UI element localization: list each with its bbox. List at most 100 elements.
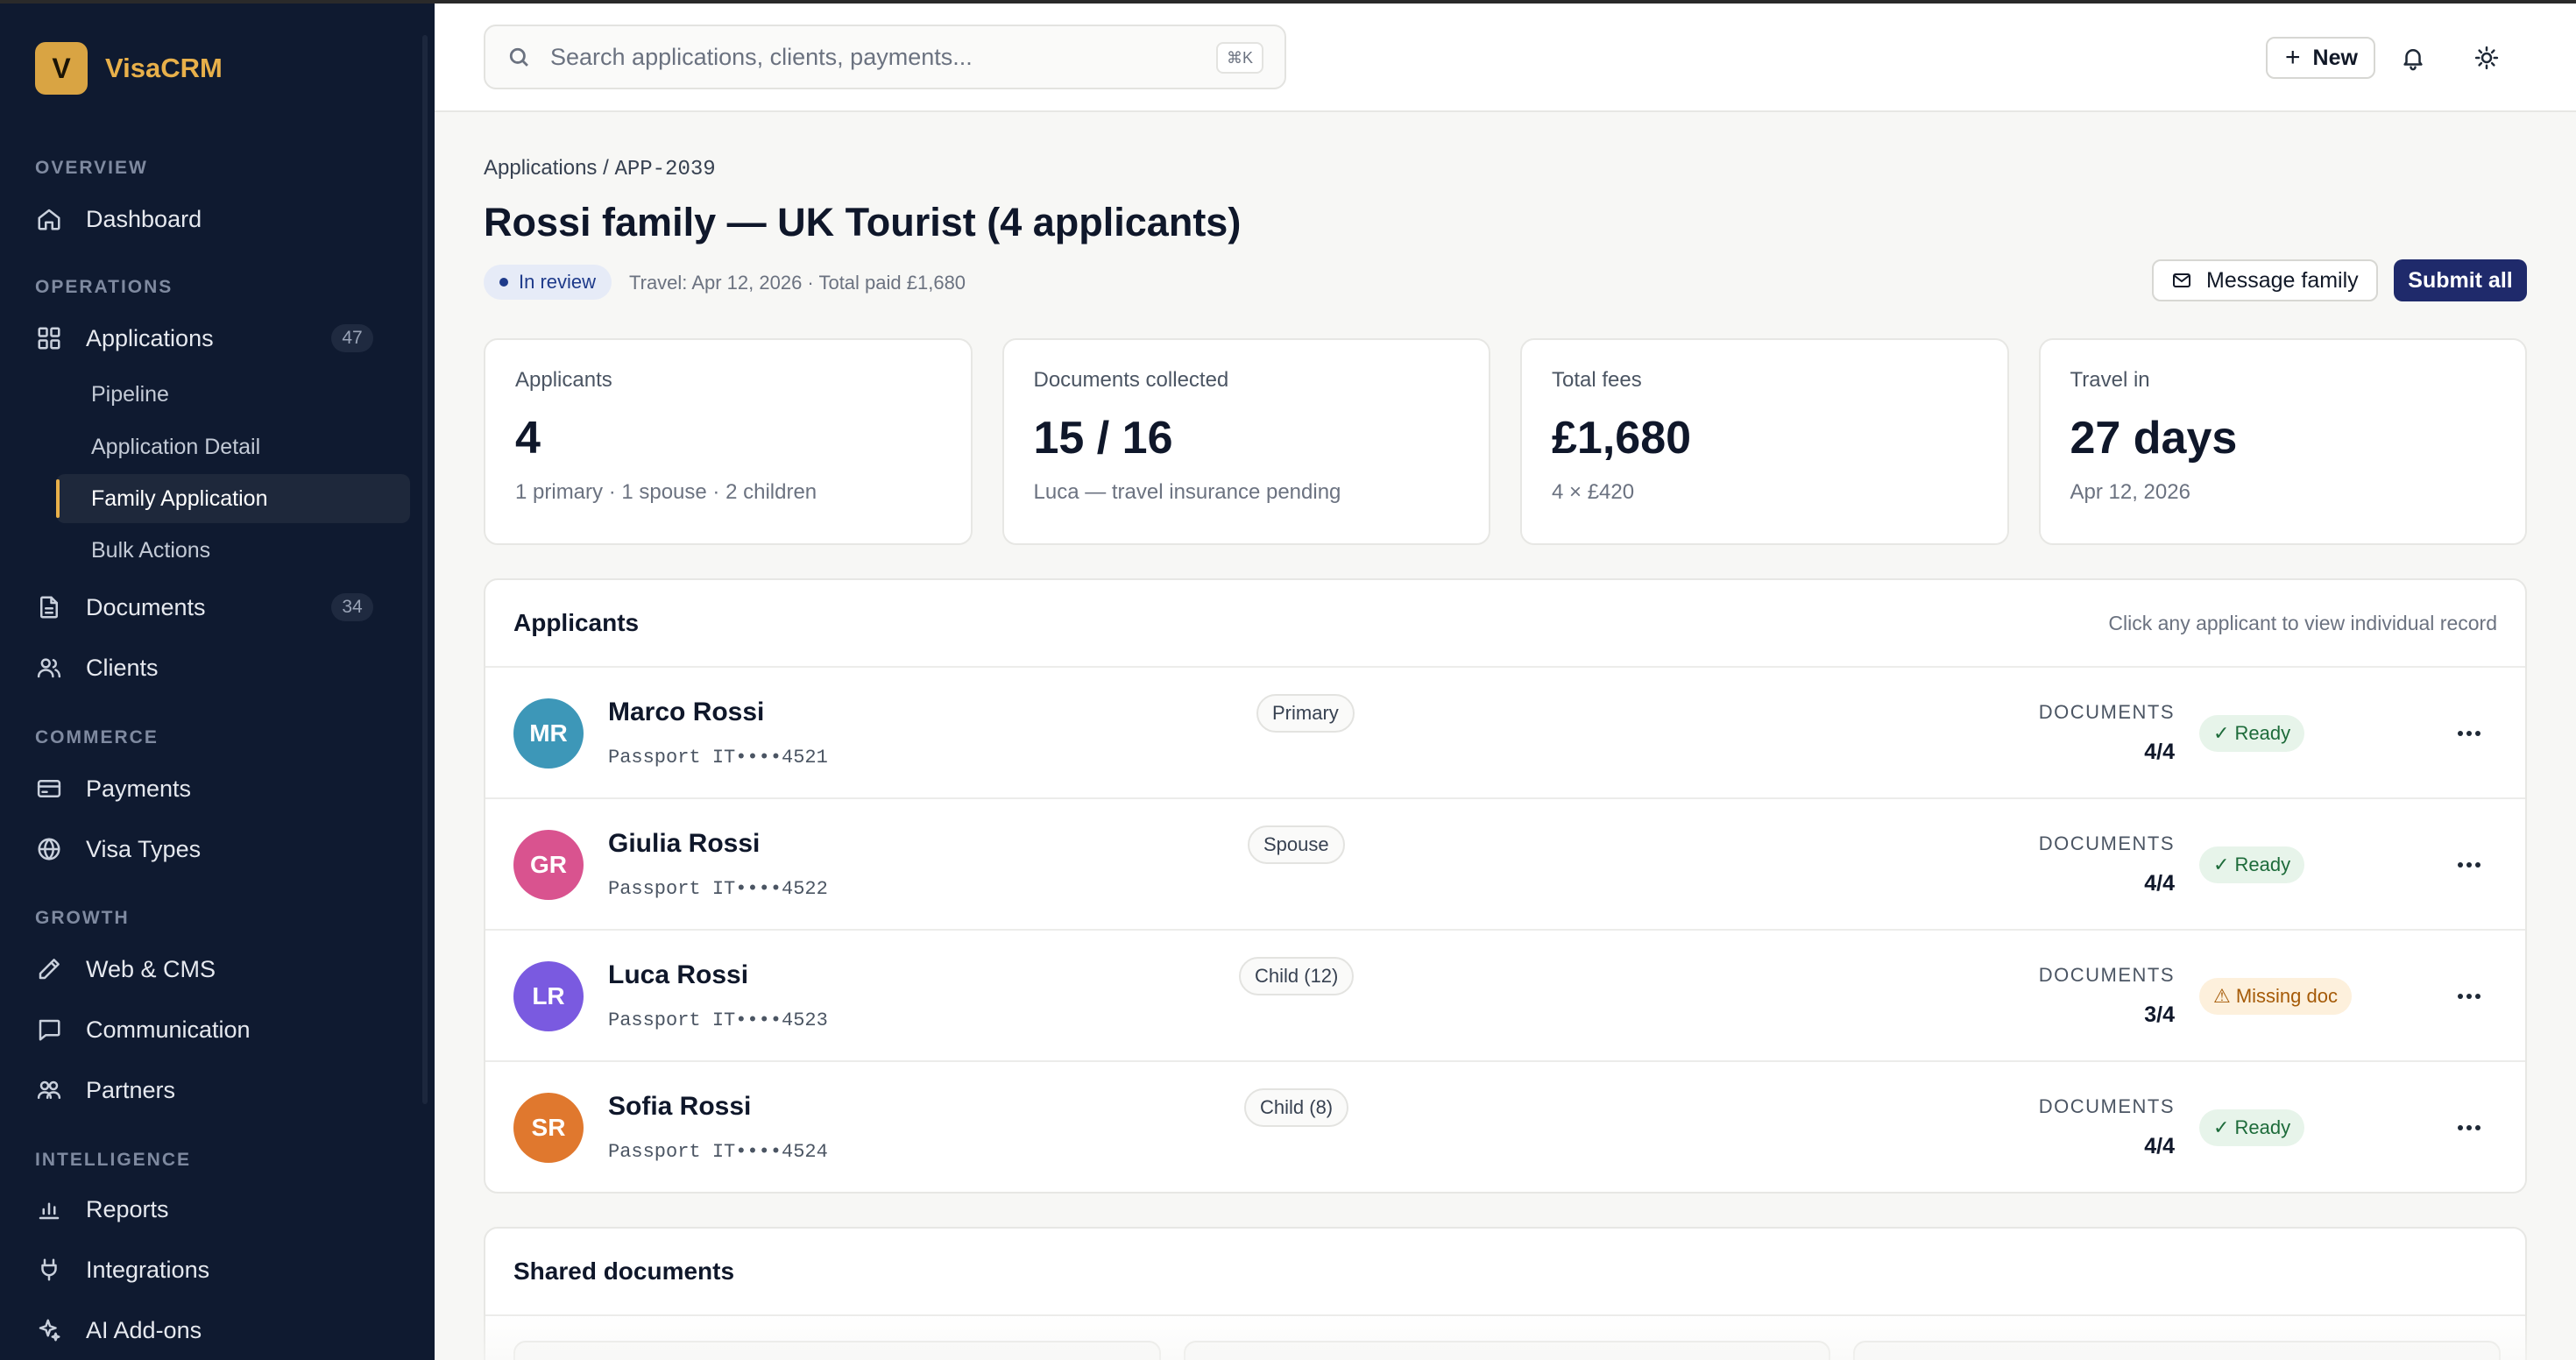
applicant-row[interactable]: MR Marco Rossi Primary Passport IT••••45… [485,668,2525,799]
stat-subtext: Luca — travel insurance pending [1033,480,1341,504]
applications-count-badge: 47 [331,324,373,352]
stat-label: Total fees [1552,368,1642,392]
sidebar-item-partners[interactable]: Partners [35,1064,394,1116]
sidebar-item-dashboard[interactable]: Dashboard [35,193,394,245]
role-badge: Spouse [1248,825,1345,864]
applicant-name: Marco Rossi [608,698,765,726]
stat-label: Documents collected [1033,368,1229,392]
documents-label: DOCUMENTS [2038,701,2175,723]
brand[interactable]: V VisaCRM [35,42,223,95]
sidebar-item-integrations[interactable]: Integrations [35,1243,394,1296]
brand-name: VisaCRM [105,53,223,83]
sidebar-item-visa-types[interactable]: Visa Types [35,823,394,875]
credit-card-icon [35,775,63,803]
handshake-icon [35,1076,63,1104]
message-family-button[interactable]: Message family [2152,259,2378,301]
page-title: Rossi family — UK Tourist (4 applicants) [484,200,1242,244]
sidebar-item-applications[interactable]: Applications 47 [35,312,394,365]
applicant-name: Luca Rossi [608,960,749,989]
role-badge: Child (12) [1239,957,1355,995]
sidebar-scrollbar[interactable] [422,35,428,1104]
applicants-panel-header: Applicants Click any applicant to view i… [485,580,2525,668]
brand-logo: V [35,42,88,95]
sidebar-subitem-pipeline[interactable]: Pipeline [56,370,410,419]
passport-number: Passport IT••••4524 [608,1141,828,1163]
theme-toggle-sun-icon[interactable] [2467,39,2506,77]
sidebar-item-label: Clients [86,654,159,681]
message-family-label: Message family [2206,267,2359,293]
grid-icon [35,324,63,352]
sidebar-item-label: Documents [86,593,206,620]
more-options-icon[interactable] [2452,852,2487,878]
more-options-icon[interactable] [2452,720,2487,747]
applicant-row[interactable]: LR Luca Rossi Child (12) Passport IT••••… [485,931,2525,1062]
status-badge: ✓ Ready [2199,846,2305,883]
more-options-icon[interactable] [2452,983,2487,1009]
applicant-name: Giulia Rossi [608,829,761,858]
applicant-row[interactable]: GR Giulia Rossi Spouse Passport IT••••45… [485,799,2525,931]
new-button-label: New [2312,45,2358,70]
plug-icon [35,1256,63,1284]
new-button[interactable]: + New [2266,37,2375,79]
avatar: MR [513,698,584,769]
sidebar-item-ai-addons[interactable]: AI Add-ons [35,1304,394,1356]
more-options-icon[interactable] [2452,1115,2487,1141]
status-badge: ✓ Ready [2199,1109,2305,1146]
stat-subtext: Apr 12, 2026 [2070,480,2190,504]
search-box[interactable]: ⌘K [484,25,1286,89]
passport-number: Passport IT••••4522 [608,878,828,900]
sidebar: V VisaCRM OVERVIEW Dashboard OPERATIONS … [0,0,435,1360]
sidebar-item-label: AI Add-ons [86,1316,202,1343]
keyboard-shortcut-hint: ⌘K [1215,42,1263,74]
sidebar-subitem-application-detail[interactable]: Application Detail [56,422,410,471]
applicant-row[interactable]: SR Sofia Rossi Child (8) Passport IT••••… [485,1062,2525,1192]
stat-card-travel-in: Travel in 27 days Apr 12, 2026 [2038,338,2527,545]
applicants-panel-hint: Click any applicant to view individual r… [2108,611,2497,634]
sidebar-subitem-bulk-actions[interactable]: Bulk Actions [56,526,410,575]
search-icon [506,45,531,69]
section-operations: OPERATIONS [35,277,173,297]
sidebar-item-clients[interactable]: Clients [35,641,394,694]
document-icon [35,593,63,621]
sidebar-item-web-cms[interactable]: Web & CMS [35,943,394,995]
documents-count: 4/4 [2144,1134,2175,1158]
stats-row: Applicants 4 1 primary · 1 spouse · 2 ch… [484,338,2527,545]
passport-number: Passport IT••••4521 [608,747,828,769]
sidebar-item-label: Visa Types [86,835,202,862]
documents-count: 4/4 [2144,871,2175,896]
status-dot-icon [499,278,508,287]
role-badge: Primary [1256,694,1355,733]
sidebar-item-reports[interactable]: Reports [35,1183,394,1236]
sidebar-item-label: Payments [86,775,192,802]
stat-value: £1,680 [1552,413,1692,464]
sidebar-item-payments[interactable]: Payments [35,762,394,815]
status-badge: ⚠ Missing doc [2199,978,2352,1015]
avatar: SR [513,1093,584,1163]
plus-icon: + [2285,43,2301,72]
stat-subtext: 1 primary · 1 spouse · 2 children [515,480,817,504]
section-commerce: COMMERCE [35,727,159,747]
documents-label: DOCUMENTS [2038,964,2175,986]
documents-count-badge: 34 [331,593,373,621]
globe-icon [35,835,63,863]
users-icon [35,654,63,682]
status-badge: ✓ Ready [2199,715,2305,752]
search-input[interactable] [550,43,1181,71]
stat-label: Travel in [2070,368,2150,392]
mail-icon [2173,273,2190,287]
applicant-name: Sofia Rossi [608,1092,752,1121]
sidebar-item-label: Web & CMS [86,955,216,982]
shared-documents-header: Shared documents [485,1229,2525,1316]
status-badge: In review [484,265,612,300]
stat-value: 4 [515,413,541,464]
breadcrumb-link-applications[interactable]: Applications [484,156,597,180]
avatar: GR [513,830,584,900]
sidebar-item-communication[interactable]: Communication [35,1003,394,1056]
scroll-fade [435,1314,2576,1360]
sidebar-item-documents[interactable]: Documents 34 [35,581,394,634]
breadcrumb-current: APP-2039 [614,158,716,181]
window-top-border [0,0,2576,4]
notifications-bell-icon[interactable] [2394,39,2432,77]
sidebar-subitem-family-application[interactable]: Family Application [56,474,410,523]
submit-all-button[interactable]: Submit all [2394,259,2527,301]
